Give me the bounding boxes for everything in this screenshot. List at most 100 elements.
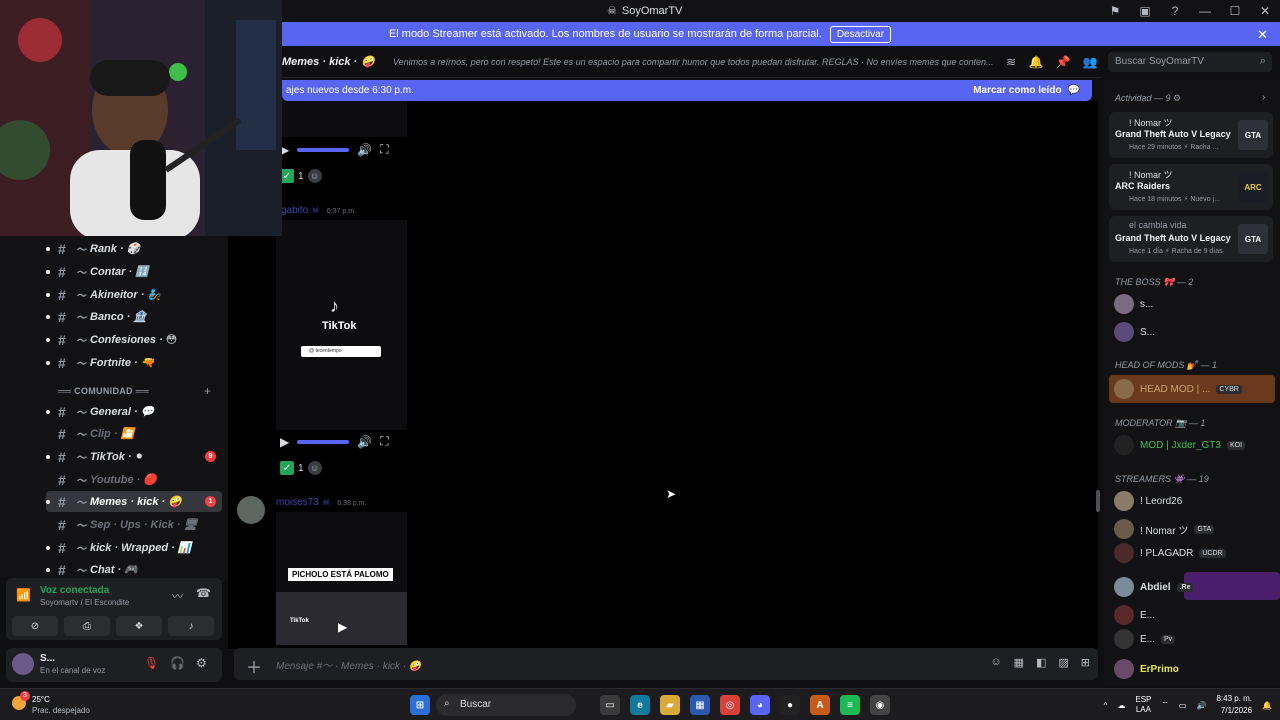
windows-start-icon[interactable]: ⊞	[410, 695, 430, 715]
member-item[interactable]: ! PLAGADR UCDR	[1114, 542, 1226, 564]
gear-icon[interactable]: ⚙	[1173, 93, 1181, 103]
maximize-button[interactable]: ☐	[1220, 0, 1250, 22]
activity-card[interactable]: ! Nomar ツ ARC Raiders Hace 18 minutos ⚡ …	[1109, 164, 1273, 210]
deafen-icon[interactable]: 🎧	[170, 656, 185, 670]
avatar[interactable]	[237, 496, 265, 524]
search-input[interactable]: Buscar SoyOmarTV ⌕	[1108, 52, 1272, 72]
wifi-icon[interactable]: ⌔	[1161, 700, 1169, 710]
channel-rank[interactable]: # 〜 Rank · 🎲	[46, 238, 222, 259]
noise-suppression-icon[interactable]: 〰	[172, 588, 183, 604]
add-channel-icon[interactable]: +	[204, 384, 211, 398]
channel-chat[interactable]: # 〜 Chat · 🎮	[46, 559, 222, 580]
bell-icon[interactable]: 🔔	[1028, 55, 1043, 69]
check-reaction[interactable]: ✓	[280, 169, 294, 183]
chrome-icon[interactable]: ◎	[720, 695, 740, 715]
channel-kick-wrapped[interactable]: # 〜 kick · Wrapped · 📊	[46, 537, 222, 558]
activity-header[interactable]: Actividad — 9 ⚙	[1115, 93, 1181, 104]
member-item[interactable]: Abdiel .Re	[1114, 576, 1194, 598]
member-item[interactable]: MOD | Jxder_GT3 KOI	[1114, 434, 1246, 456]
channel-tiktok[interactable]: # 〜 TikTok · ⚫ 9	[46, 446, 222, 467]
image-icon[interactable]: ▨	[1058, 656, 1068, 669]
camera-off-button[interactable]: ⊘	[12, 616, 58, 636]
store-icon[interactable]: ▦	[690, 695, 710, 715]
tiktok-embed[interactable]: PICHOLO ESTÁ PALOMO ▶ TikTok	[276, 512, 407, 645]
notification-icon[interactable]: 🔔	[1262, 701, 1272, 710]
discord-icon[interactable]: ◕	[750, 695, 770, 715]
play-icon[interactable]: ▶	[338, 620, 347, 634]
settings-gear-icon[interactable]: ⚙	[196, 656, 207, 670]
member-item[interactable]: ! Nomar ツ GTA	[1114, 518, 1215, 540]
activity-card[interactable]: ! Nomar ツ Grand Theft Auto V Legacy Hace…	[1109, 112, 1273, 158]
member-item[interactable]: E...	[1114, 604, 1155, 626]
obs-icon[interactable]: ●	[780, 695, 800, 715]
play-icon[interactable]: ▶	[280, 435, 289, 449]
screen-icon[interactable]: ▣	[1130, 0, 1160, 22]
avatar[interactable]	[12, 653, 34, 675]
help-icon[interactable]: ?	[1160, 0, 1190, 22]
check-reaction[interactable]: ✓	[280, 461, 294, 475]
fullscreen-icon[interactable]: ⛶	[380, 434, 388, 449]
close-icon[interactable]: ✕	[1257, 27, 1268, 43]
battery-icon[interactable]: ▭	[1179, 701, 1187, 710]
emoji-icon[interactable]: ☺	[990, 656, 1001, 669]
channel-banco[interactable]: # 〜 Banco · 🏦	[46, 306, 222, 327]
sticker-icon[interactable]: ◧	[1036, 656, 1046, 669]
volume-icon[interactable]: 🔊	[357, 143, 372, 157]
inbox-icon[interactable]: ⚑	[1100, 0, 1130, 22]
taskbar-clock[interactable]: 8:43 p. m. 7/1/2026	[1216, 693, 1252, 717]
channel-contar[interactable]: # 〜 Contar · 🔢	[46, 261, 222, 282]
language-indicator[interactable]: ESP LAA	[1135, 695, 1151, 715]
channel-youtube[interactable]: # 〜 Youtube · 🔴	[46, 469, 222, 490]
volume-slider[interactable]	[297, 439, 350, 444]
fullscreen-icon[interactable]: ⛶	[380, 142, 388, 157]
add-reaction-icon[interactable]: ☺	[307, 169, 322, 183]
threads-icon[interactable]: ≋	[1006, 55, 1016, 69]
channel-topic[interactable]: Venimos a reírnos, pero con respeto! Est…	[393, 57, 993, 67]
channel-general[interactable]: # 〜 General · 💬	[46, 401, 222, 422]
message-author[interactable]: ygabito ☠ 6:37 p.m.	[276, 205, 356, 216]
volume-slider[interactable]	[297, 147, 350, 152]
channel-akineitor[interactable]: # 〜 Akineitor · 🧞	[46, 284, 222, 305]
pin-icon[interactable]: 📌	[1056, 55, 1071, 69]
member-item[interactable]: E... Pv	[1114, 628, 1176, 650]
member-item[interactable]: HEAD MOD | ... CYBR	[1114, 378, 1242, 400]
file-explorer-icon[interactable]: ▰	[660, 695, 680, 715]
voice-status[interactable]: Voz conectada	[40, 585, 109, 596]
channel-confesiones[interactable]: # 〜 Confesiones · 😳	[46, 329, 222, 350]
member-item[interactable]: S...	[1114, 321, 1155, 343]
message-author[interactable]: moises73 ☠ 6:38 p.m.	[276, 497, 367, 508]
channel-fortnite[interactable]: # 〜 Fortnite · 🔫	[46, 352, 222, 373]
steam-icon[interactable]: ◉	[870, 695, 890, 715]
screen-share-button[interactable]: ⎙	[64, 616, 110, 636]
soundboard-button[interactable]: ♪	[168, 616, 214, 636]
activity-card[interactable]: el cambia vida Grand Theft Auto V Legacy…	[1109, 216, 1273, 262]
member-item[interactable]: ! Leord26	[1114, 490, 1182, 512]
message-input[interactable]: Mensaje #〜 · Memes · kick · 🤪	[276, 657, 421, 672]
disable-streamer-button[interactable]: Desactivar	[829, 25, 892, 43]
tiktok-embed[interactable]: ♪ TikTok @ tecentempo	[276, 220, 407, 430]
app-a-icon[interactable]: A	[810, 695, 830, 715]
username[interactable]: S...	[40, 653, 55, 664]
edge-icon[interactable]: e	[630, 695, 650, 715]
member-item[interactable]: ErPrimo	[1114, 658, 1179, 680]
channel-clip[interactable]: # 〜 Clip · 🎦	[46, 423, 222, 444]
scrollbar-thumb[interactable]	[1096, 490, 1100, 512]
new-messages-bar[interactable]: ajes nuevos desde 6:30 p.m. Marcar como …	[282, 80, 1092, 101]
attach-plus-icon[interactable]: ＋	[246, 654, 262, 678]
member-item[interactable]: s...	[1114, 293, 1153, 315]
apps-icon[interactable]: ⊞	[1081, 656, 1090, 669]
volume-icon[interactable]: 🔊	[357, 435, 372, 449]
disconnect-icon[interactable]: ☎	[196, 586, 211, 600]
taskbar-search[interactable]: ⌕ Buscar	[436, 694, 576, 716]
activities-button[interactable]: ❖	[116, 616, 162, 636]
signal-icon[interactable]: 📶	[16, 588, 31, 602]
voice-location[interactable]: Soyomartv / El Escondite	[40, 598, 129, 607]
channel-sep-ups-kick[interactable]: # 〜 Sep · Ups · Kick · 🖥	[46, 514, 222, 535]
mark-read-button[interactable]: Marcar como leído 💬	[973, 85, 1080, 96]
tray-chevron-icon[interactable]: ^	[1104, 701, 1108, 710]
message-composer[interactable]: ＋ Mensaje #〜 · Memes · kick · 🤪 ☺ ▦ ◧ ▨ …	[234, 648, 1098, 680]
add-reaction-icon[interactable]: ☺	[307, 461, 322, 475]
channel-memes-kick[interactable]: # 〜 Memes · kick · 🤪 1	[46, 491, 222, 512]
mute-mic-icon[interactable]: 🎙	[144, 656, 159, 670]
volume-icon[interactable]: 🔊	[1196, 701, 1206, 710]
